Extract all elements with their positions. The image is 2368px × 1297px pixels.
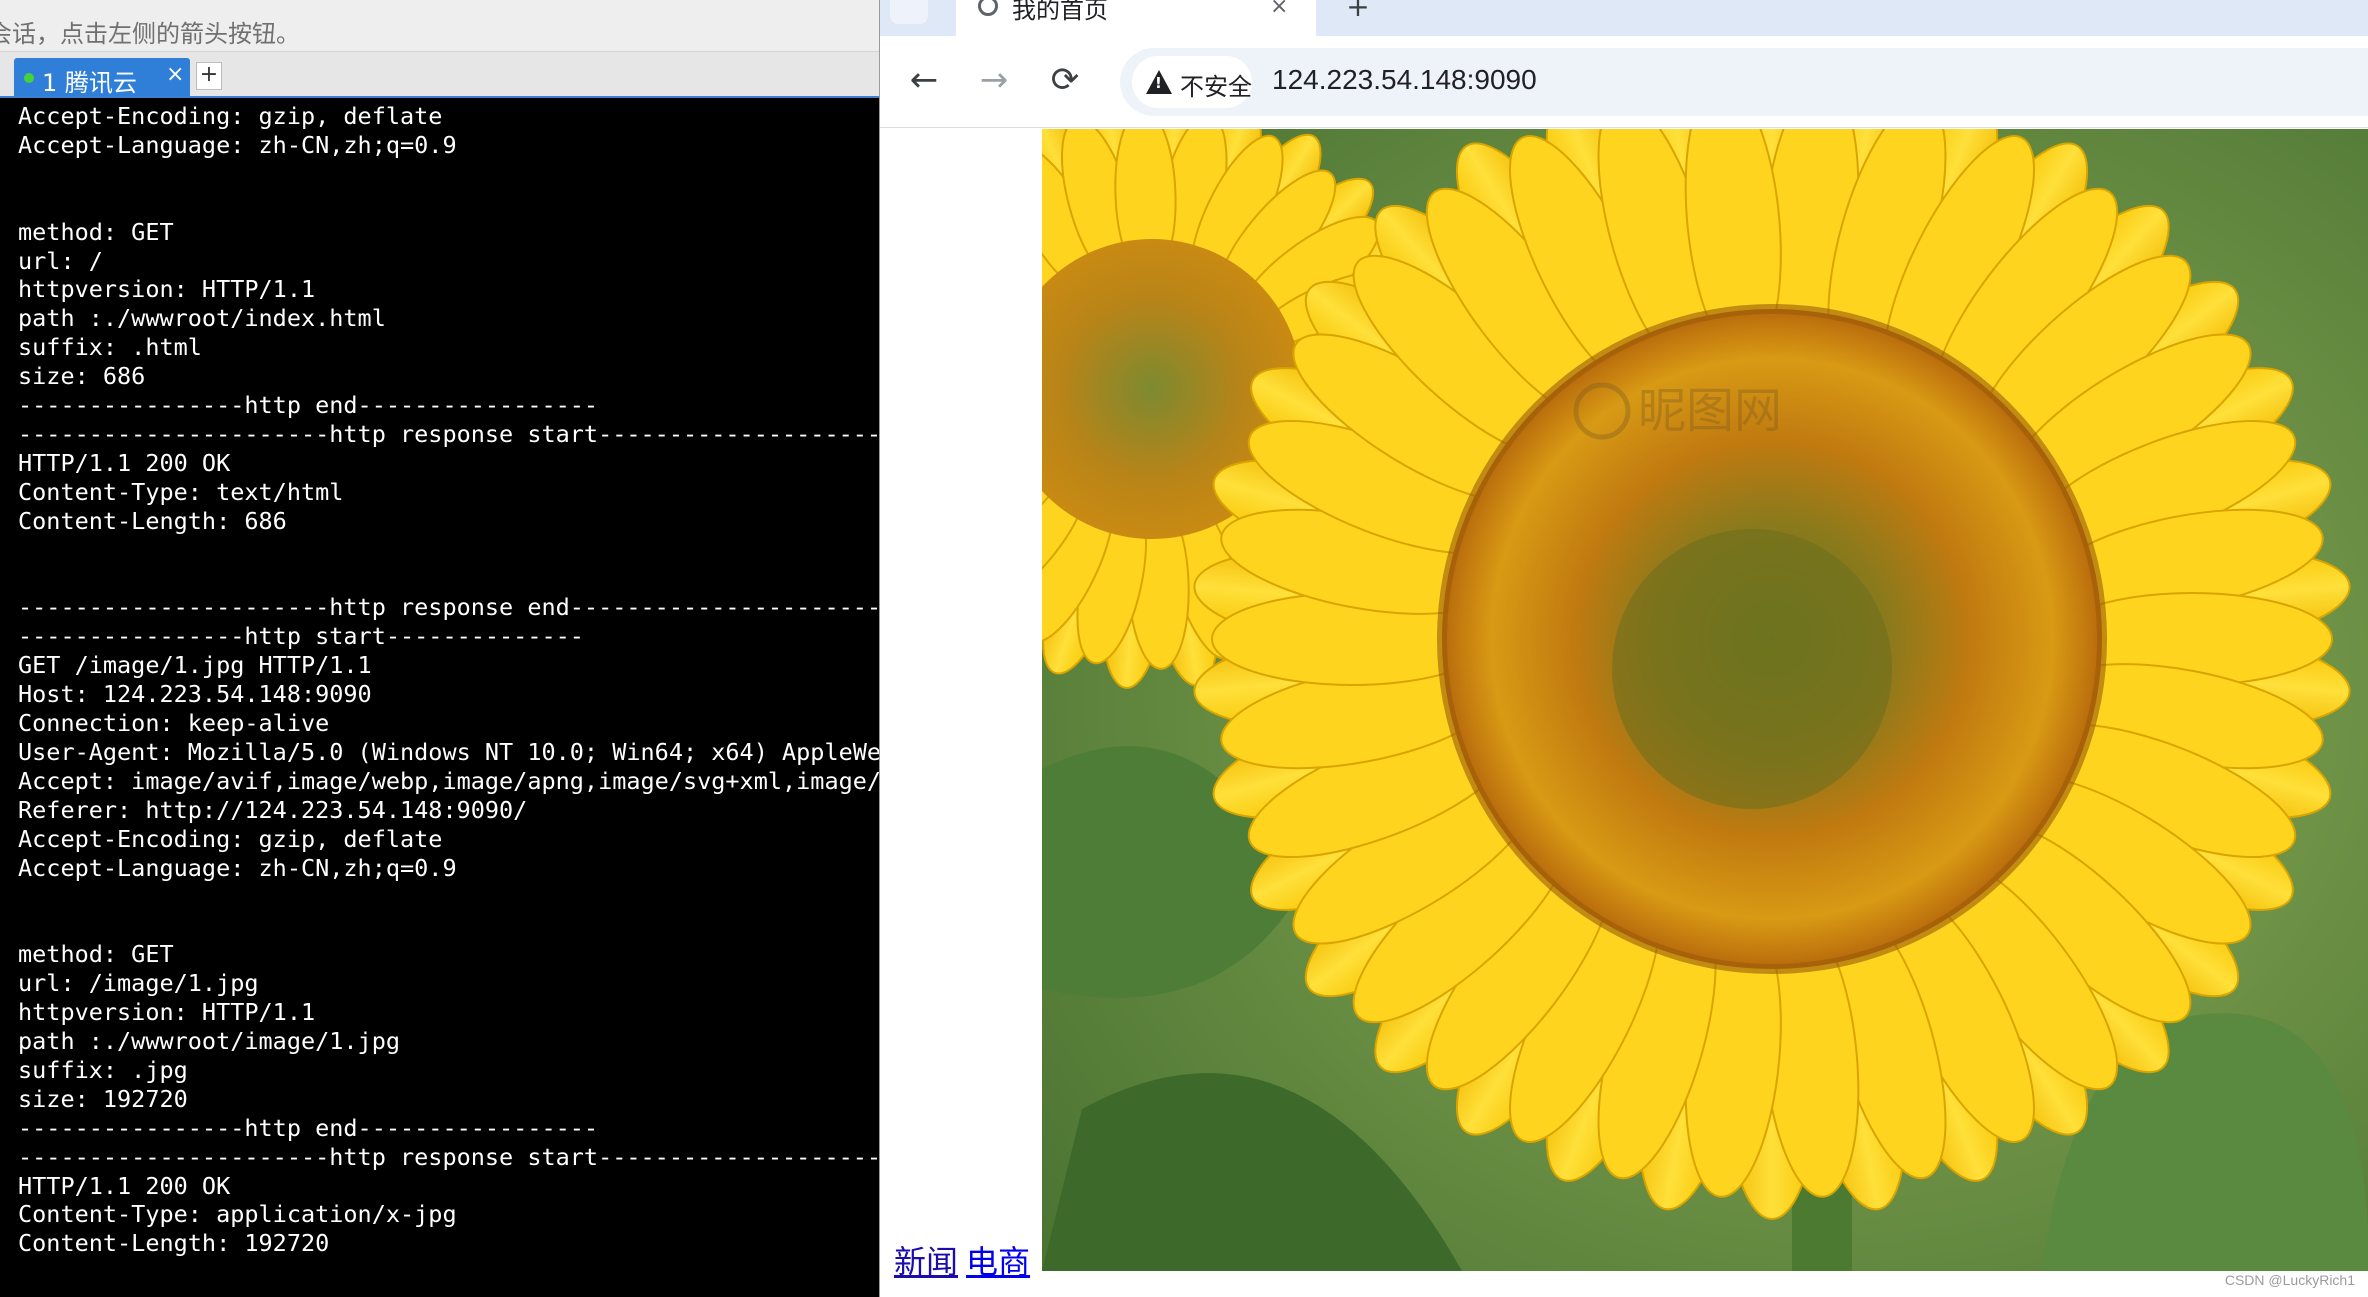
warning-icon [1146,70,1172,94]
globe-favicon-icon [978,0,998,16]
csdn-watermark: CSDN @LuckyRich1 [2224,1272,2355,1288]
tab-search-button[interactable] [890,0,928,24]
browser-tab-title: 我的首页 [1012,0,1108,24]
close-icon[interactable]: × [166,64,184,86]
new-tab-button[interactable]: + [1328,0,1388,32]
browser-toolbar: ← → ⟳ 不安全 124.223.54.148:9090 [880,36,2368,128]
security-status-chip[interactable]: 不安全 [1132,56,1252,108]
url-text[interactable]: 124.223.54.148:9090 [1272,64,1537,96]
terminal-output[interactable]: Accept-Encoding: gzip, deflate Accept-La… [18,102,879,1297]
security-label: 不安全 [1180,73,1252,101]
browser-window: 我的首页 × + ← → ⟳ 不安全 124.223.54.148:9090 [879,0,2368,1297]
connection-status-icon [24,73,34,83]
page-nav-links: 新闻 电商 [894,1237,1030,1283]
sunflower-image: 昵图网 [1042,129,2368,1271]
forward-arrow-icon[interactable]: → [972,60,1016,104]
page-viewport: 昵图网 新闻 电商 CSDN @LuckyRich1 [880,128,2368,1297]
session-hint-bar: 会话，点击左侧的箭头按钮。 [0,0,879,52]
terminal-tab-bar: 1 腾讯云 × + [0,52,879,98]
reload-icon[interactable]: ⟳ [1043,60,1087,104]
back-arrow-icon[interactable]: ← [902,60,946,104]
session-hint-text: 会话，点击左侧的箭头按钮。 [0,20,300,48]
browser-tab[interactable]: 我的首页 × [956,0,1316,36]
terminal-tab-label: 1 腾讯云 [42,69,137,97]
close-icon[interactable]: × [1270,0,1288,19]
watermark-logo-text: 昵图网 [1638,383,1782,439]
link-ecommerce[interactable]: 电商 [966,1243,1030,1281]
terminal-session-tab[interactable]: 1 腾讯云 × [14,58,190,97]
link-news[interactable]: 新闻 [894,1243,958,1281]
terminal-window: 会话，点击左侧的箭头按钮。 1 腾讯云 × + Accept-Encoding:… [0,0,879,1297]
add-session-button[interactable]: + [196,62,222,90]
browser-tab-strip: 我的首页 × + [880,0,2368,36]
address-bar[interactable]: 不安全 124.223.54.148:9090 [1120,48,2368,116]
